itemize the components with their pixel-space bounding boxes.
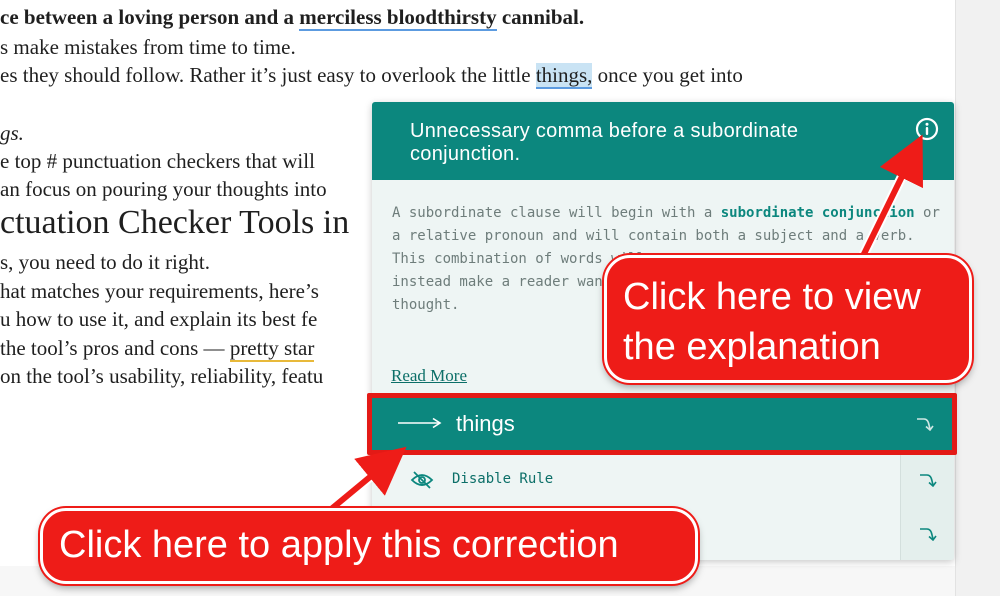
callout-apply-correction: Click here to apply this correction (40, 508, 698, 584)
callout-text: Click here to view the explanation (623, 276, 921, 368)
callout-text: Click here to apply this correction (59, 524, 619, 566)
callout-view-explanation: Click here to view the explanation (604, 255, 972, 383)
